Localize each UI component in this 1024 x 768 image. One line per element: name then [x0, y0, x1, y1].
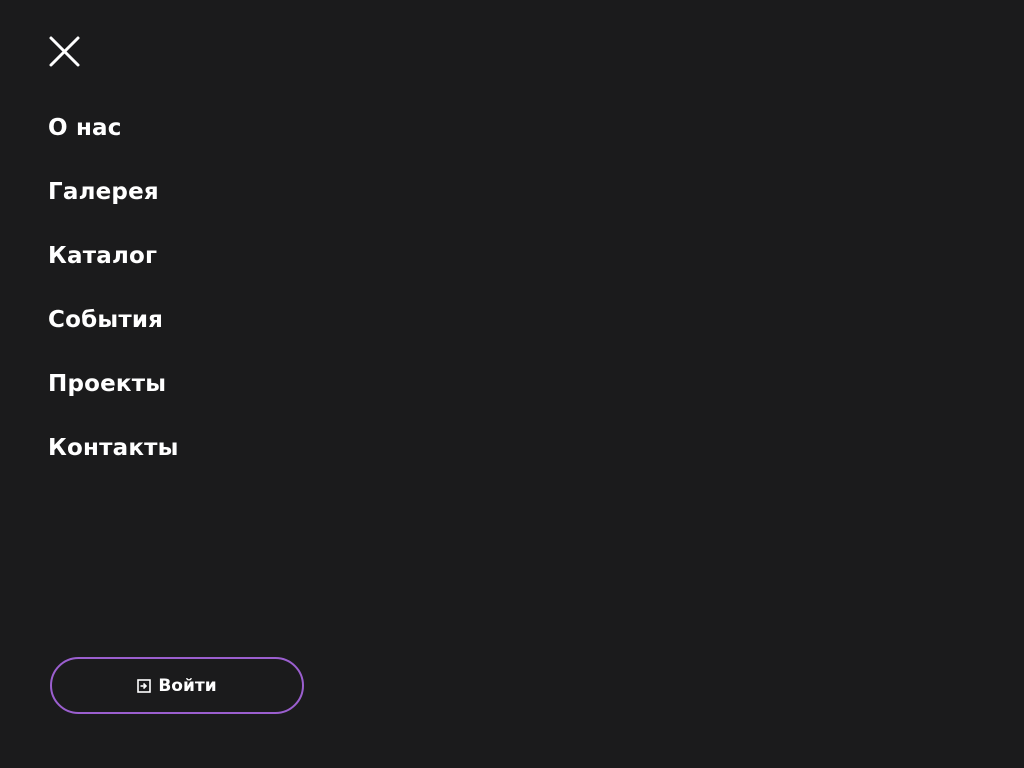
close-menu-button[interactable]	[48, 35, 81, 68]
nav-item-about: О нас	[48, 109, 179, 173]
login-button[interactable]: Войти	[50, 657, 304, 714]
nav-item-contacts: Контакты	[48, 429, 179, 493]
nav-item-catalog: Каталог	[48, 237, 179, 301]
nav-link-catalog[interactable]: Каталог	[48, 237, 157, 275]
nav-item-projects: Проекты	[48, 365, 179, 429]
close-icon	[49, 36, 80, 67]
nav-link-projects[interactable]: Проекты	[48, 365, 166, 403]
nav-item-events: События	[48, 301, 179, 365]
login-icon	[137, 678, 152, 693]
nav-item-gallery: Галерея	[48, 173, 179, 237]
nav-link-gallery[interactable]: Галерея	[48, 173, 159, 211]
nav-link-events[interactable]: События	[48, 301, 163, 339]
mobile-menu-panel: О нас Галерея Каталог События Проекты Ко…	[0, 0, 1024, 768]
nav-link-contacts[interactable]: Контакты	[48, 429, 179, 467]
nav-menu: О нас Галерея Каталог События Проекты Ко…	[48, 109, 179, 493]
login-label: Войти	[158, 675, 217, 696]
nav-link-about[interactable]: О нас	[48, 109, 122, 147]
